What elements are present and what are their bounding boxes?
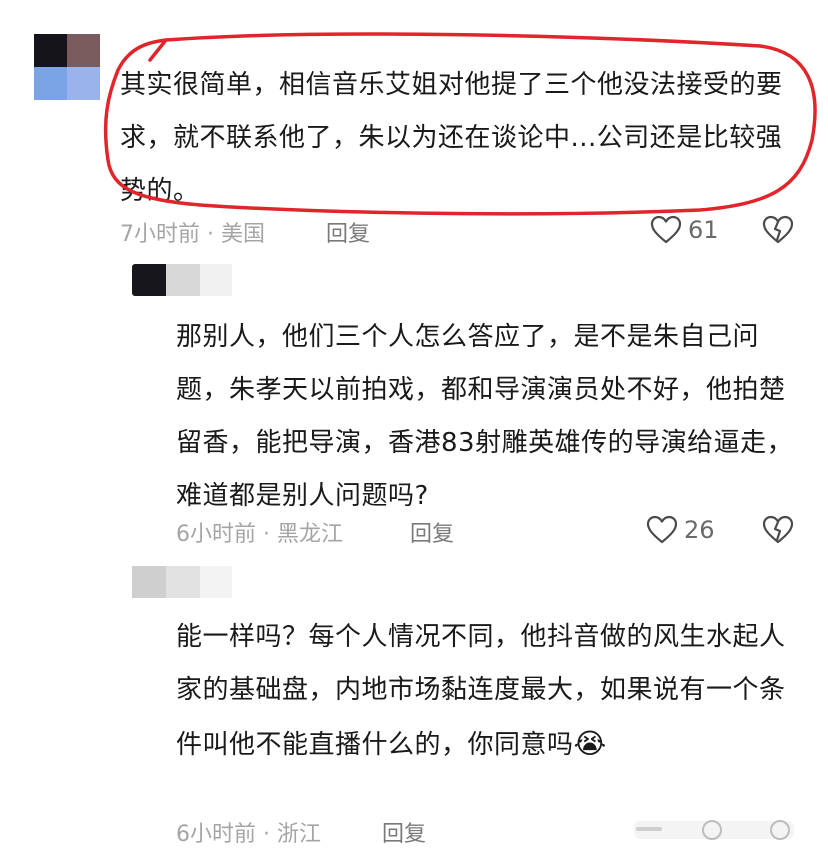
meta-separator: · — [256, 522, 277, 547]
like-count: 61 — [688, 216, 719, 244]
heart-icon — [646, 515, 678, 544]
reply-button[interactable]: 回复 — [326, 216, 370, 248]
comment-body: 能一样吗？每个人情况不同，他抖音做的风生水起人家的基础盘，内地市场黏连度最大，如… — [176, 611, 798, 772]
dislike-heart-icon — [762, 515, 794, 544]
like-button[interactable]: 26 — [646, 515, 715, 545]
watermark-icon — [634, 820, 794, 840]
meta-separator: · — [256, 822, 277, 847]
comment-time: 6小时前 — [176, 522, 256, 547]
comment-meta: 6小时前 · 浙江 — [176, 816, 321, 848]
comment-text: 能一样吗？每个人情况不同，他抖音做的风生水起人家的基础盘，内地市场黏连度最大，如… — [176, 622, 786, 760]
reply-button[interactable]: 回复 — [382, 816, 426, 848]
crying-emoji: 😭 — [573, 727, 607, 760]
dislike-button[interactable] — [762, 515, 794, 549]
dislike-heart-icon — [762, 215, 794, 244]
reply-button[interactable]: 回复 — [410, 516, 454, 548]
comment-meta: 6小时前 · 黑龙江 — [176, 516, 343, 548]
like-button[interactable]: 61 — [650, 215, 719, 245]
comment-location: 黑龙江 — [276, 522, 343, 547]
comment-time: 6小时前 — [176, 822, 256, 847]
comment-location: 浙江 — [276, 822, 321, 847]
comment-body: 那别人，他们三个人怎么答应了，是不是朱自己问题，朱孝天以前拍戏，都和导演演员处不… — [176, 322, 794, 511]
avatar[interactable] — [132, 566, 232, 598]
comment-location: 美国 — [220, 222, 265, 247]
comment-body: 其实很简单，相信音乐艾姐对他提了三个他没法接受的要求，就不联系他了，朱以为还在谈… — [120, 70, 783, 206]
comment-meta: 7小时前 · 美国 — [120, 216, 265, 248]
avatar[interactable] — [34, 34, 100, 100]
avatar[interactable] — [132, 264, 232, 296]
meta-separator: · — [200, 222, 221, 247]
heart-icon — [650, 215, 682, 244]
comment-time: 7小时前 — [120, 222, 200, 247]
like-count: 26 — [684, 516, 715, 544]
dislike-button[interactable] — [762, 215, 794, 249]
